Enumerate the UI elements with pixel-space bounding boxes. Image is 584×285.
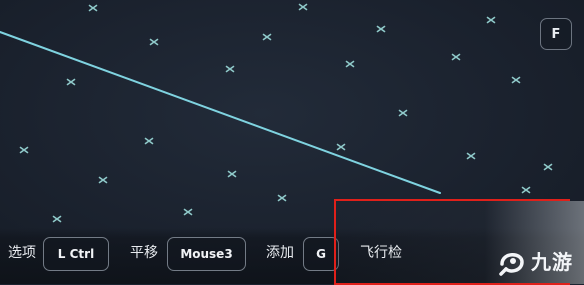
f-key-label: F [551,26,561,42]
watermark: 九游 [495,242,573,278]
waypoint-marker-icon[interactable] [98,176,108,184]
waypoint-marker-icon[interactable] [262,33,272,41]
watermark-logo-icon [499,253,524,276]
waypoint-marker-icon[interactable] [345,60,355,68]
waypoint-marker-icon[interactable] [277,194,287,202]
g-key-label: G [316,247,326,261]
options-label: 选项 [8,245,36,261]
mouse3-key-button[interactable]: Mouse3 [167,237,246,271]
waypoint-marker-icon[interactable] [88,4,98,12]
waypoint-marker-icon[interactable] [183,208,193,216]
waypoint-marker-icon[interactable] [398,109,408,117]
waypoint-marker-icon[interactable] [466,152,476,160]
waypoint-marker-icon[interactable] [486,16,496,24]
watermark-text: 九游 [531,249,573,274]
waypoint-marker-icon[interactable] [149,38,159,46]
waypoint-marker-icon[interactable] [66,78,76,86]
lctrl-key-label: L Ctrl [57,247,95,261]
add-label: 添加 [266,245,294,261]
pan-label: 平移 [130,245,158,261]
f-key-button[interactable]: F [540,18,572,50]
waypoint-marker-icon[interactable] [543,163,553,171]
waypoint-marker-icon[interactable] [52,215,62,223]
waypoint-marker-icon[interactable] [521,186,531,194]
waypoint-markers [19,3,553,223]
mouse3-key-label: Mouse3 [180,247,233,261]
waypoint-marker-icon[interactable] [225,65,235,73]
waypoint-marker-icon[interactable] [144,137,154,145]
waypoint-marker-icon[interactable] [19,146,29,154]
route-line [0,31,441,194]
waypoint-marker-icon[interactable] [227,170,237,178]
lctrl-key-button[interactable]: L Ctrl [43,237,109,271]
waypoint-marker-icon[interactable] [336,143,346,151]
waypoint-marker-icon[interactable] [451,53,461,61]
waypoint-marker-icon[interactable] [298,3,308,11]
waypoint-marker-icon[interactable] [376,25,386,33]
flight-check-label: 飞行检 [360,245,402,261]
waypoint-marker-icon[interactable] [511,76,521,84]
